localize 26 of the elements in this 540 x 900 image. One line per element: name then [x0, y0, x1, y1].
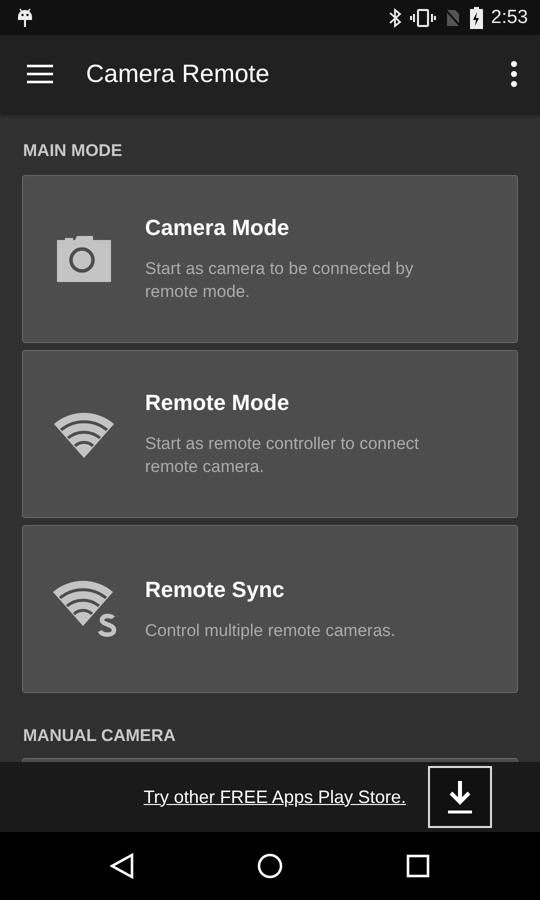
android-icon — [16, 6, 34, 28]
menu-icon[interactable] — [26, 64, 54, 84]
section-header: MAIN MODE — [23, 141, 124, 161]
ad-link[interactable]: Try other FREE Apps Play Store. — [144, 786, 406, 808]
card-title: Remote Mode — [145, 390, 290, 416]
bluetooth-icon — [388, 8, 402, 28]
card-title: Remote Sync — [145, 576, 286, 602]
download-icon[interactable] — [428, 766, 492, 828]
battery-charging-icon — [470, 6, 484, 28]
camera-icon — [55, 236, 113, 282]
card-description: Start as camera to be connected by remote mode. — [145, 258, 414, 303]
vibrate-icon — [410, 8, 436, 28]
mode-card[interactable]: Camera Mode Start as camera to be connected by remote mode. — [22, 175, 518, 343]
card-description: Control multiple remote cameras. — [145, 620, 396, 642]
clock-time: 2:53 — [491, 6, 528, 28]
section-header: MANUAL CAMERA — [23, 726, 177, 746]
home-icon[interactable] — [256, 853, 283, 879]
card-title: Camera Mode — [145, 215, 290, 241]
app-title: Camera Remote — [86, 60, 270, 88]
mode-card[interactable]: Remote Mode Start as remote controller to connect remote camera. — [22, 350, 518, 518]
back-icon[interactable] — [110, 853, 134, 879]
more-options-icon[interactable] — [510, 61, 518, 87]
card-description: Start as remote controller to connect remote camera. — [145, 433, 420, 478]
mode-card[interactable]: Remote Sync Control multiple remote cameras. — [22, 525, 518, 693]
wifi-sync-icon — [51, 580, 117, 638]
recents-icon[interactable] — [406, 854, 430, 878]
